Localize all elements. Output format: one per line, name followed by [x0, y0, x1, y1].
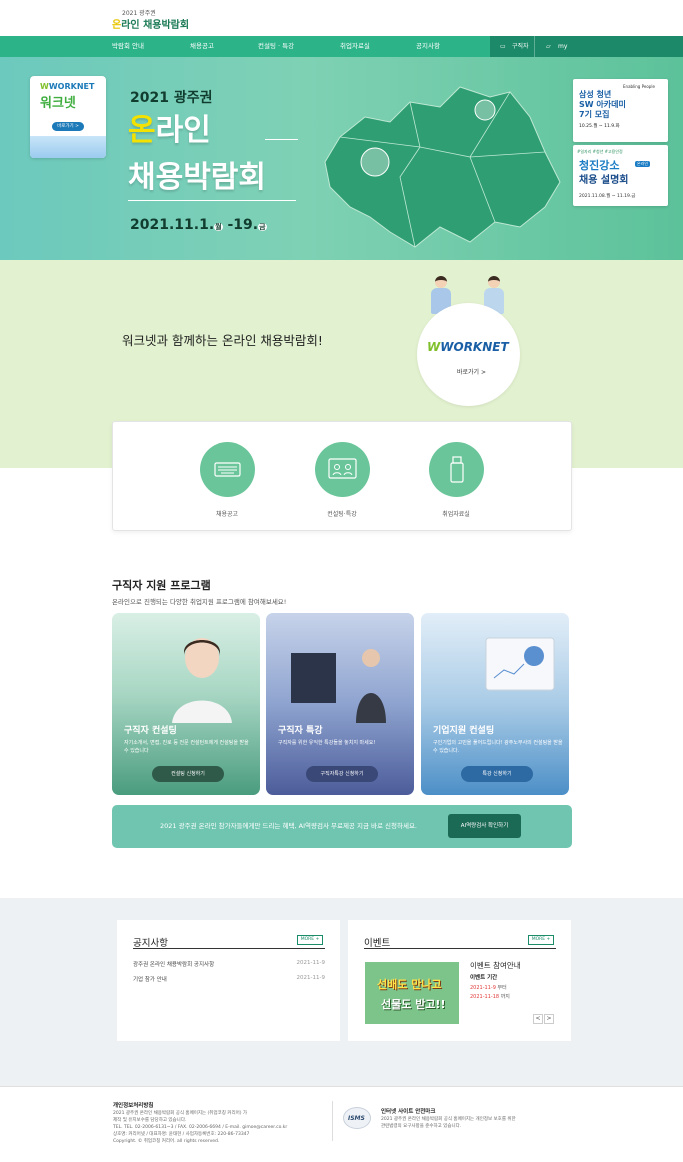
- usb-icon: [428, 442, 484, 497]
- board-section: [0, 898, 683, 1086]
- ai-test-button[interactable]: AI역량검사 확인하기: [448, 814, 521, 838]
- event-end: 2021-11-18 까지: [470, 994, 510, 1000]
- hero-deco-line: [128, 200, 296, 201]
- worknet-promo[interactable]: WWORKNET 워크넷 바로가기 >: [30, 76, 106, 158]
- event-title: 이벤트: [364, 938, 391, 949]
- event-image[interactable]: 선배도 만나고 선물도 받고!!: [365, 962, 459, 1024]
- isms-title: 인터넷 사이트 안전마크: [381, 1109, 436, 1115]
- worknet-go-link[interactable]: 바로가기 >: [457, 367, 486, 376]
- briefcase-icon: ▭: [500, 43, 506, 50]
- ai-test-banner: 2021 광주권 온라인 참가자들에게만 드리는 혜택, AI역량검사 무료제공…: [112, 805, 572, 848]
- logo-title: 온라인 채용박람회: [112, 20, 190, 31]
- program-card-lecture[interactable]: 구직자 특강 구직자를 위한 유익한 특강들을 놓치지 마세요! 구직자특강 신…: [266, 613, 414, 795]
- site-logo[interactable]: 2021 광주권 온라인 채용박람회: [112, 8, 192, 31]
- ai-test-text: 2021 광주권 온라인 참가자들에게만 드리는 혜택, AI역량검사 무료제공…: [160, 822, 417, 830]
- event-heading[interactable]: 이벤트 참여안내: [470, 960, 521, 971]
- samsung-academy-banner[interactable]: Enabling People 삼성 청년 SW 아카데미 7기 모집 10.2…: [573, 79, 668, 142]
- program-card-consulting[interactable]: 구직자 컨설팅 자기소개서, 면접, 진로 등 전문 컨설턴트에게 컨설팅을 받…: [112, 613, 260, 795]
- event-next-button[interactable]: >: [544, 1014, 554, 1024]
- programs-subtitle: 온라인으로 진행되는 다양한 취업지원 프로그램에 참여해보세요!: [112, 598, 287, 606]
- notice-box: 공지사항 MORE + 광주권 온라인 채용박람회 공지사항 2021-11-9 …: [117, 920, 340, 1041]
- privacy-policy-link[interactable]: 개인정보처리방침: [113, 1103, 153, 1110]
- youth-job-fair-banner[interactable]: #일자리 #청년 #고용안정 청진강소 온라인 채용 설명회 2021.11.0…: [573, 145, 668, 206]
- worknet-link-circle[interactable]: WWORKNET 바로가기 >: [417, 303, 520, 406]
- nav-resources[interactable]: 취업자료실: [340, 36, 370, 57]
- nav-divider: [534, 36, 535, 57]
- event-prev-button[interactable]: <: [533, 1014, 543, 1024]
- nav-consulting[interactable]: 컨설팅 · 특강: [258, 36, 294, 57]
- lecturer-photo: [291, 649, 386, 723]
- isms-badge: ISMS: [343, 1107, 371, 1129]
- hero-title-line1: 온라인: [128, 113, 211, 148]
- quick-menu: 채용공고 컨설팅·특강 취업자료실: [112, 421, 572, 531]
- worknet-slogan: 워크넷과 함께하는 온라인 채용박람회!: [122, 333, 323, 348]
- consultant-photo: [172, 638, 232, 723]
- main-nav: 박람회 안내 채용공고 컨설팅 · 특강 취업자료실 공지사항 ▭ 구직자 ▱ …: [0, 36, 683, 57]
- hero-title-line2: 채용박람회: [128, 160, 266, 195]
- notice-row[interactable]: 기업 참가 안내 2021-11-9: [133, 975, 325, 985]
- event-more-button[interactable]: MORE +: [528, 935, 554, 945]
- worknet-logo: WWORKNET: [427, 340, 509, 354]
- consulting-apply-button[interactable]: 컨설팅 신청하기: [152, 766, 224, 782]
- divider: [364, 948, 556, 949]
- company-apply-button[interactable]: 특강 신청하기: [461, 766, 533, 782]
- programs-title: 구직자 지원 프로그램: [112, 579, 211, 592]
- hero-banner: WWORKNET 워크넷 바로가기 > 2021 광주권 온라인 채용박람회 2…: [0, 57, 683, 260]
- top-bar: 2021 광주권 온라인 채용박람회: [0, 0, 683, 36]
- chart-tablet-photo: [485, 637, 555, 691]
- event-start: 2021-11-9 부터: [470, 985, 507, 991]
- my-link[interactable]: my: [558, 36, 567, 57]
- event-period-label: 이벤트 기간: [470, 975, 498, 981]
- divider: [133, 948, 325, 949]
- hero-date: 2021.11.1.월 -19.금: [130, 217, 267, 233]
- program-card-company[interactable]: 기업지원 컨설팅 구인기업의 고민을 풀어드립니다! 광주노무사의 컨설팅을 받…: [421, 613, 569, 795]
- worknet-kr-title: 워크넷: [40, 96, 76, 111]
- hero-year: 2021 광주권: [130, 90, 213, 106]
- keyboard-icon: [199, 442, 255, 497]
- footer-divider: [332, 1101, 333, 1141]
- gwangju-region-map: [324, 86, 561, 248]
- nav-job-postings[interactable]: 채용공고: [190, 36, 214, 57]
- bag-icon: ▱: [546, 43, 551, 50]
- quick-consulting[interactable]: 컨설팅·특강: [312, 442, 372, 518]
- notice-title: 공지사항: [133, 938, 168, 949]
- worknet-go-button[interactable]: 바로가기 >: [52, 122, 84, 131]
- nav-notice[interactable]: 공지사항: [416, 36, 440, 57]
- city-skyline-decoration: [30, 136, 106, 158]
- quick-resources[interactable]: 취업자료실: [426, 442, 486, 518]
- footer: 개인정보처리방침 2021 광주권 온라인 채용박람회 공식 홈페이지는 (취업…: [0, 1086, 683, 1162]
- login-link[interactable]: 구직자: [512, 36, 529, 57]
- nav-user-area: ▭ 구직자 ▱ my: [490, 36, 683, 57]
- notice-row[interactable]: 광주권 온라인 채용박람회 공지사항 2021-11-9: [133, 960, 325, 970]
- nav-fair-info[interactable]: 박람회 안내: [112, 36, 144, 57]
- hero-deco-line: [265, 139, 298, 140]
- worknet-logo: WWORKNET: [40, 82, 95, 91]
- quick-job-postings[interactable]: 채용공고: [197, 442, 257, 518]
- lecture-apply-button[interactable]: 구직자특강 신청하기: [306, 766, 378, 782]
- video-call-icon: [314, 442, 370, 497]
- notice-more-button[interactable]: MORE +: [297, 935, 323, 945]
